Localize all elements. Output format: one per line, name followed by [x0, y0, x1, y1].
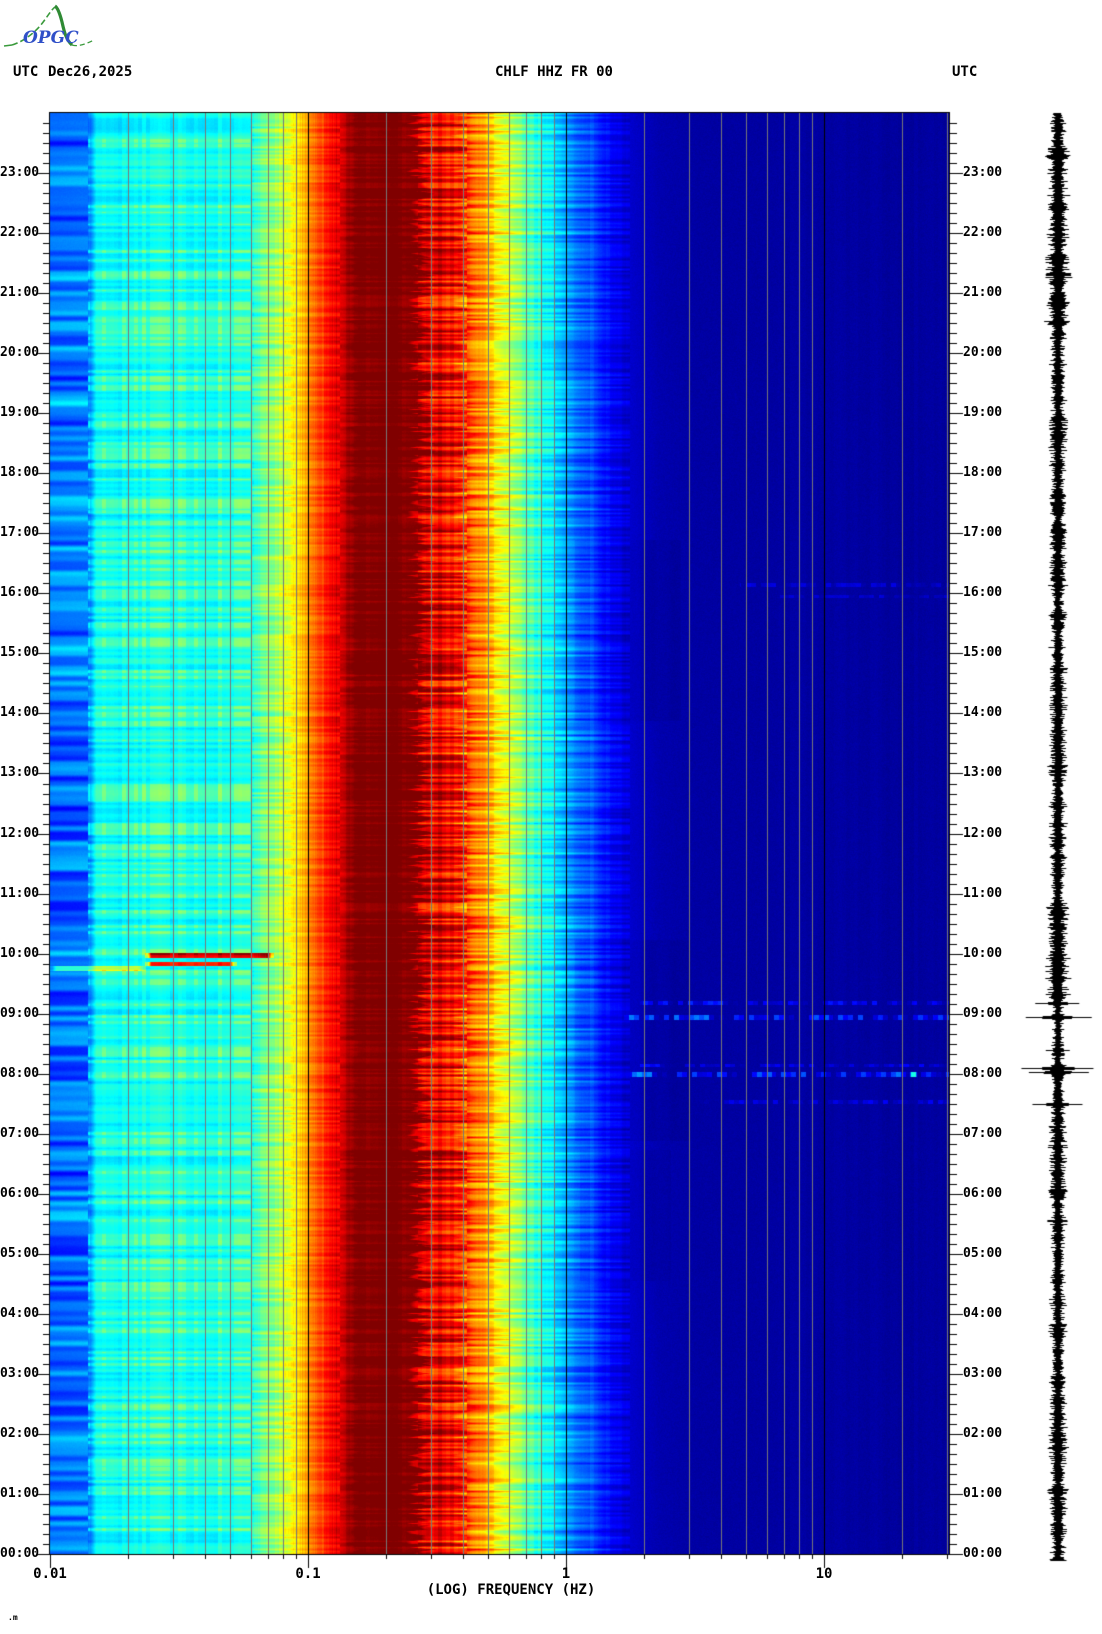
- time-label-left: 04:00: [0, 1306, 40, 1321]
- time-label-left: 08:00: [0, 1066, 40, 1081]
- time-label-left: 14:00: [0, 705, 40, 720]
- time-label-left: 06:00: [0, 1186, 40, 1201]
- time-label-left: 17:00: [0, 525, 40, 540]
- time-label-right: 13:00: [963, 765, 1003, 780]
- freq-tick-label: 1: [561, 1566, 571, 1582]
- time-label-right: 05:00: [963, 1246, 1003, 1261]
- time-label-left: 16:00: [0, 585, 40, 600]
- time-label-left: 03:00: [0, 1366, 40, 1381]
- time-label-left: 02:00: [0, 1426, 40, 1441]
- time-label-left: 18:00: [0, 465, 40, 480]
- time-label-left: 22:00: [0, 225, 40, 240]
- time-label-left: 05:00: [0, 1246, 40, 1261]
- time-label-left: 09:00: [0, 1006, 40, 1021]
- time-label-left: 07:00: [0, 1126, 40, 1141]
- time-label-left: 00:00: [0, 1546, 40, 1561]
- time-label-right: 08:00: [963, 1066, 1003, 1081]
- time-label-right: 10:00: [963, 946, 1003, 961]
- time-label-right: 00:00: [963, 1546, 1003, 1561]
- time-label-right: 14:00: [963, 705, 1003, 720]
- time-label-left: 15:00: [0, 645, 40, 660]
- time-label-right: 21:00: [963, 285, 1003, 300]
- time-label-right: 17:00: [963, 525, 1003, 540]
- time-label-right: 03:00: [963, 1366, 1003, 1381]
- time-label-right: 09:00: [963, 1006, 1003, 1021]
- time-label-right: 06:00: [963, 1186, 1003, 1201]
- time-label-right: 01:00: [963, 1486, 1003, 1501]
- time-label-right: 23:00: [963, 165, 1003, 180]
- time-label-right: 12:00: [963, 826, 1003, 841]
- time-label-left: 19:00: [0, 405, 40, 420]
- freq-tick-label: 0.01: [33, 1566, 67, 1582]
- time-label-right: 15:00: [963, 645, 1003, 660]
- time-label-right: 20:00: [963, 345, 1003, 360]
- freq-tick-label: 0.1: [295, 1566, 321, 1582]
- footer-glyph: .m: [8, 1613, 18, 1622]
- frequency-axis-title: (LOG) FREQUENCY (HZ): [426, 1582, 596, 1598]
- time-label-right: 19:00: [963, 405, 1003, 420]
- time-label-right: 04:00: [963, 1306, 1003, 1321]
- time-label-right: 16:00: [963, 585, 1003, 600]
- freq-tick-label: 10: [815, 1566, 833, 1582]
- time-label-left: 23:00: [0, 165, 40, 180]
- time-label-left: 01:00: [0, 1486, 40, 1501]
- time-label-left: 12:00: [0, 826, 40, 841]
- spectrogram-canvas: [0, 0, 1102, 1634]
- time-label-left: 13:00: [0, 765, 40, 780]
- time-label-right: 07:00: [963, 1126, 1003, 1141]
- seismic-spectrogram-page: { "header": { "utc_left": "UTC", "date":…: [0, 0, 1102, 1634]
- time-label-right: 02:00: [963, 1426, 1003, 1441]
- time-label-left: 10:00: [0, 946, 40, 961]
- time-label-left: 20:00: [0, 345, 40, 360]
- time-label-right: 18:00: [963, 465, 1003, 480]
- time-label-right: 11:00: [963, 886, 1003, 901]
- time-label-left: 11:00: [0, 886, 40, 901]
- time-label-left: 21:00: [0, 285, 40, 300]
- time-label-right: 22:00: [963, 225, 1003, 240]
